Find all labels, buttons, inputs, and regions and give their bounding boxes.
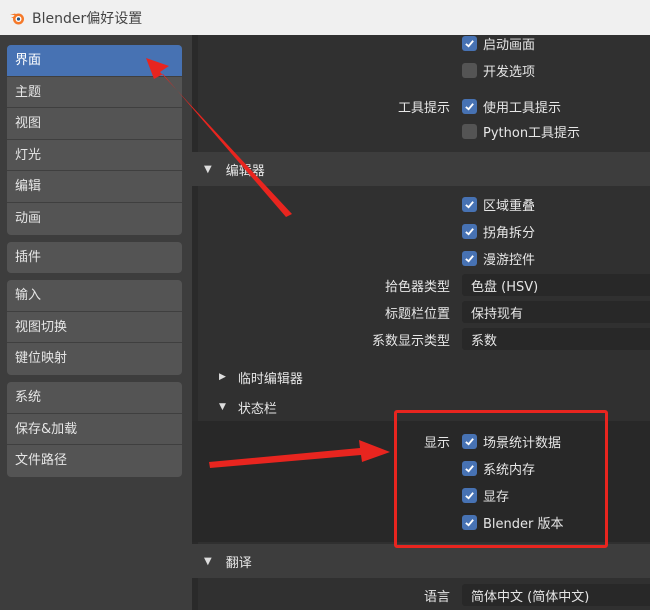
temporary-editors-label: 临时编辑器 <box>237 371 303 387</box>
tooltips-label-row: 工具提示 <box>370 95 450 117</box>
color-picker-type-label: 拾色器类型 <box>384 279 450 295</box>
expand-triangle-right-icon: ▶ <box>219 372 226 382</box>
language-dropdown[interactable]: 简体中文 (简体中文) <box>462 584 650 606</box>
developer-options-row[interactable]: 开发选项 <box>462 59 535 81</box>
python-tooltips-label: Python工具提示 <box>483 125 581 141</box>
checkbox-checked-icon[interactable] <box>462 35 477 51</box>
checkbox-checked-icon[interactable] <box>462 98 477 114</box>
region-overlap-label: 区域重叠 <box>483 198 536 214</box>
section-title-editors: 编辑器 <box>225 163 265 179</box>
sidebar-item-navigation[interactable]: 视图切换 <box>7 312 182 344</box>
developer-options-label: 开发选项 <box>483 64 536 80</box>
corner-split-label: 拐角拆分 <box>483 225 536 241</box>
nav-group-input: 输入 视图切换 键位映射 <box>7 280 182 375</box>
checkbox-checked-icon[interactable] <box>462 196 477 212</box>
startup-animation-label: 启动画面 <box>483 37 536 53</box>
header-position-dropdown[interactable]: 保持现有 <box>462 301 650 323</box>
nav-group-system: 系统 保存&加载 文件路径 <box>7 381 182 477</box>
blender-logo-icon <box>10 13 24 24</box>
factor-display-label-row: 系数显示类型 <box>340 328 450 350</box>
factor-display-type-value: 系数 <box>471 333 498 349</box>
sidebar-item-interface[interactable]: 界面 <box>7 45 182 77</box>
color-picker-label-row: 拾色器类型 <box>340 274 450 296</box>
checkbox-unchecked-icon[interactable] <box>462 123 477 139</box>
checkbox-checked-icon[interactable] <box>462 223 477 239</box>
startup-animation-row[interactable]: 启动画面 <box>462 32 535 54</box>
checkbox-checked-icon[interactable] <box>462 250 477 266</box>
language-label: 语言 <box>423 589 450 605</box>
sidebar-item-input[interactable]: 输入 <box>7 280 182 312</box>
use-tooltips-row[interactable]: 使用工具提示 <box>462 95 561 117</box>
status-bar-label: 状态栏 <box>237 401 277 417</box>
factor-display-type-dropdown[interactable]: 系数 <box>462 328 650 350</box>
sidebar-item-system[interactable]: 系统 <box>7 382 182 414</box>
language-value: 简体中文 (简体中文) <box>471 589 590 605</box>
python-tooltips-row[interactable]: Python工具提示 <box>462 120 580 142</box>
sidebar-item-editing[interactable]: 编辑 <box>7 171 182 203</box>
sidebar-item-file-paths[interactable]: 文件路径 <box>7 445 182 477</box>
sidebar-item-viewport[interactable]: 视图 <box>7 108 182 140</box>
sidebar-item-lights[interactable]: 灯光 <box>7 140 182 172</box>
sidebar: 界面 主题 视图 灯光 编辑 动画 插件 输入 视图切换 键位映射 系统 保存&… <box>0 35 192 610</box>
expand-triangle-down-icon: ▼ <box>204 163 212 175</box>
header-position-label: 标题栏位置 <box>384 306 450 322</box>
region-overlap-row[interactable]: 区域重叠 <box>462 193 535 215</box>
use-tooltips-label: 使用工具提示 <box>483 100 562 116</box>
navigation-controls-row[interactable]: 漫游控件 <box>462 247 535 269</box>
annotation-highlight-box <box>394 410 608 548</box>
checkbox-unchecked-icon[interactable] <box>462 62 477 78</box>
navigation-controls-label: 漫游控件 <box>483 252 536 268</box>
expand-triangle-down-icon: ▼ <box>219 402 226 412</box>
section-header-editors[interactable]: ▼ 编辑器 <box>192 152 650 186</box>
sidebar-item-save-load[interactable]: 保存&加载 <box>7 414 182 446</box>
subsection-temporary-editors[interactable]: ▶ 临时编辑器 <box>219 367 303 387</box>
sidebar-item-animation[interactable]: 动画 <box>7 203 182 235</box>
color-picker-type-value: 色盘 (HSV) <box>471 279 539 295</box>
section-title-translation: 翻译 <box>225 555 252 571</box>
window-title: Blender偏好设置 <box>32 10 143 27</box>
title-bar: Blender偏好设置 <box>0 0 650 35</box>
sidebar-item-keymap[interactable]: 键位映射 <box>7 343 182 375</box>
header-position-label-row: 标题栏位置 <box>340 301 450 323</box>
corner-split-row[interactable]: 拐角拆分 <box>462 220 535 242</box>
factor-display-type-label: 系数显示类型 <box>371 333 450 349</box>
expand-triangle-down-icon: ▼ <box>204 555 212 567</box>
sidebar-item-addons[interactable]: 插件 <box>7 242 182 274</box>
sidebar-item-themes[interactable]: 主题 <box>7 77 182 109</box>
color-picker-type-dropdown[interactable]: 色盘 (HSV) <box>462 274 650 296</box>
tooltips-label: 工具提示 <box>397 100 450 116</box>
language-label-row: 语言 <box>400 584 450 606</box>
section-header-translation[interactable]: ▼ 翻译 <box>192 544 650 578</box>
nav-group-addons: 插件 <box>7 241 182 274</box>
subsection-status-bar[interactable]: ▼ 状态栏 <box>219 397 277 417</box>
header-position-value: 保持现有 <box>471 306 524 322</box>
nav-group-general: 界面 主题 视图 灯光 编辑 动画 <box>7 45 182 235</box>
